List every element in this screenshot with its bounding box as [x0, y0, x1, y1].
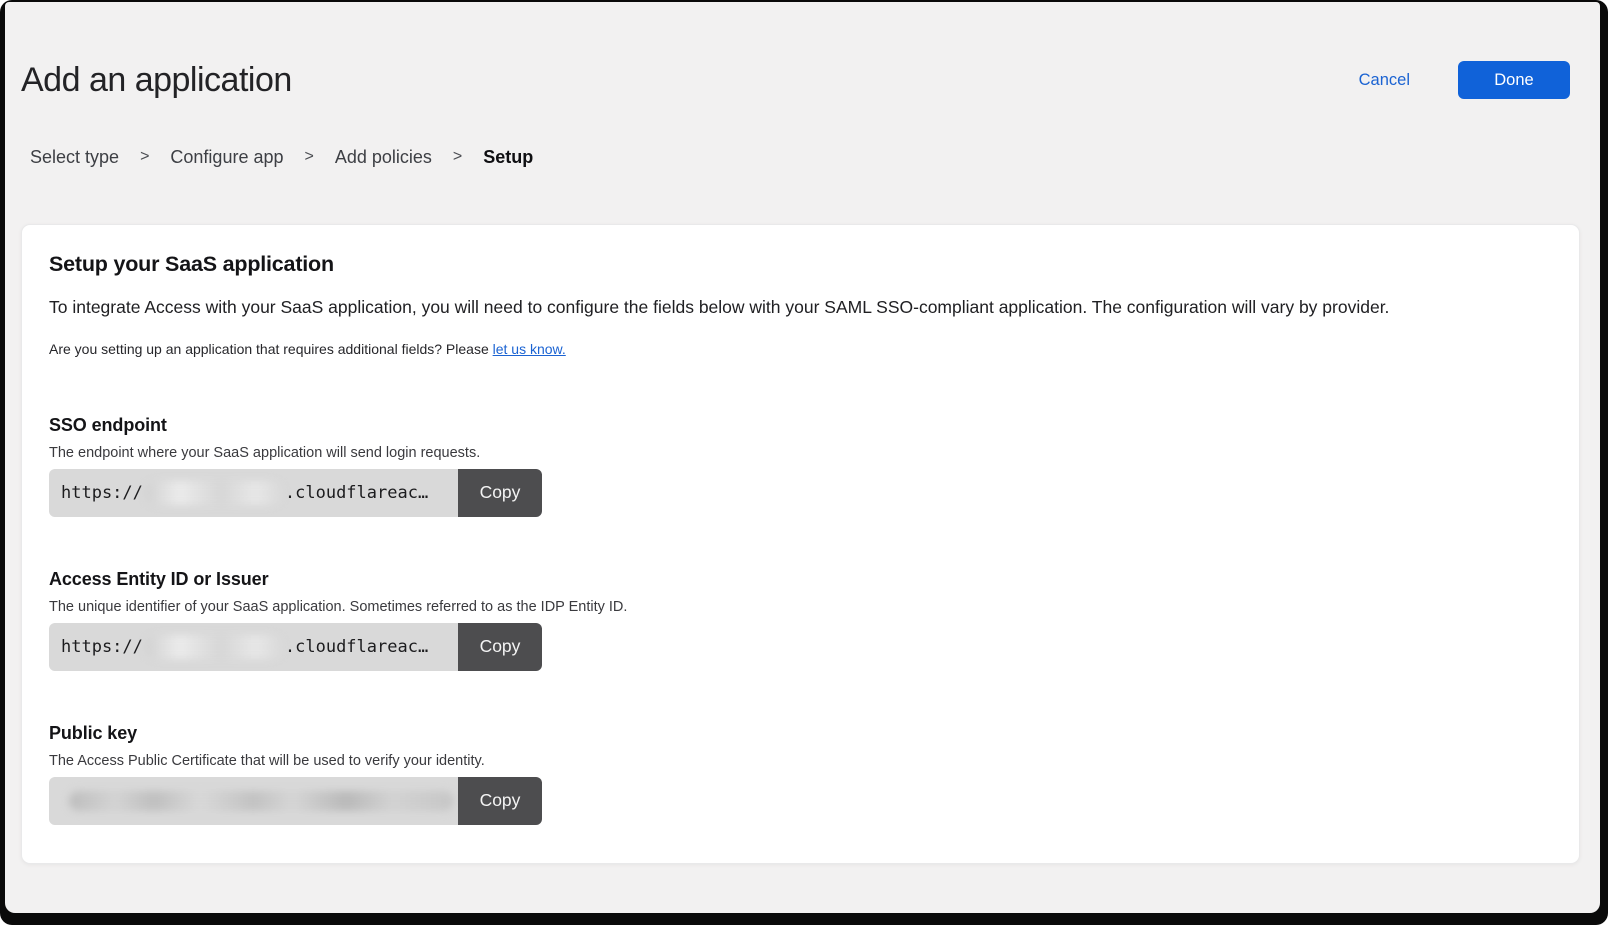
field-access-entity-id: Access Entity ID or Issuer The unique id…	[49, 569, 1547, 671]
page-header: Add an application Cancel Done	[21, 60, 1570, 101]
setup-card: Setup your SaaS application To integrate…	[21, 224, 1580, 864]
value-prefix: https://	[61, 483, 143, 503]
breadcrumb-separator: >	[140, 148, 149, 166]
value-suffix: .cloudflareac…	[285, 637, 428, 657]
cancel-button[interactable]: Cancel	[1353, 70, 1416, 91]
field-label: Public key	[49, 723, 1547, 744]
public-key-value[interactable]	[49, 777, 458, 825]
field-value-row: Copy	[49, 777, 542, 825]
header-actions: Cancel Done	[1353, 61, 1570, 99]
redacted-value	[145, 635, 283, 659]
field-label: SSO endpoint	[49, 415, 1547, 436]
breadcrumb-step-setup: Setup	[483, 147, 533, 168]
copy-button[interactable]: Copy	[458, 623, 542, 671]
breadcrumb-step-configure-app[interactable]: Configure app	[170, 147, 283, 168]
redacted-value	[69, 791, 454, 811]
card-note: Are you setting up an application that r…	[49, 341, 1547, 357]
page: Add an application Cancel Done Select ty…	[5, 2, 1600, 913]
breadcrumb: Select type > Configure app > Add polici…	[30, 147, 1600, 168]
breadcrumb-separator: >	[305, 148, 314, 166]
value-prefix: https://	[61, 637, 143, 657]
page-title: Add an application	[21, 60, 292, 101]
done-button[interactable]: Done	[1458, 61, 1570, 99]
field-value-row: https:// .cloudflareac… Copy	[49, 623, 542, 671]
field-description: The endpoint where your SaaS application…	[49, 445, 1547, 461]
card-intro: To integrate Access with your SaaS appli…	[49, 297, 1547, 319]
breadcrumb-step-add-policies[interactable]: Add policies	[335, 147, 432, 168]
field-description: The Access Public Certificate that will …	[49, 753, 1547, 769]
field-sso-endpoint: SSO endpoint The endpoint where your Saa…	[49, 415, 1547, 517]
card-title: Setup your SaaS application	[49, 252, 1547, 277]
field-public-key: Public key The Access Public Certificate…	[49, 723, 1547, 825]
field-value-row: https:// .cloudflareac… Copy	[49, 469, 542, 517]
let-us-know-link[interactable]: let us know.	[493, 341, 566, 357]
screenshot-frame: Add an application Cancel Done Select ty…	[0, 0, 1608, 925]
sso-endpoint-value[interactable]: https:// .cloudflareac…	[49, 469, 458, 517]
redacted-value	[145, 481, 283, 505]
field-label: Access Entity ID or Issuer	[49, 569, 1547, 590]
copy-button[interactable]: Copy	[458, 777, 542, 825]
field-description: The unique identifier of your SaaS appli…	[49, 599, 1547, 615]
card-note-text: Are you setting up an application that r…	[49, 341, 493, 357]
value-suffix: .cloudflareac…	[285, 483, 428, 503]
breadcrumb-separator: >	[453, 148, 462, 166]
copy-button[interactable]: Copy	[458, 469, 542, 517]
breadcrumb-step-select-type[interactable]: Select type	[30, 147, 119, 168]
access-entity-id-value[interactable]: https:// .cloudflareac…	[49, 623, 458, 671]
